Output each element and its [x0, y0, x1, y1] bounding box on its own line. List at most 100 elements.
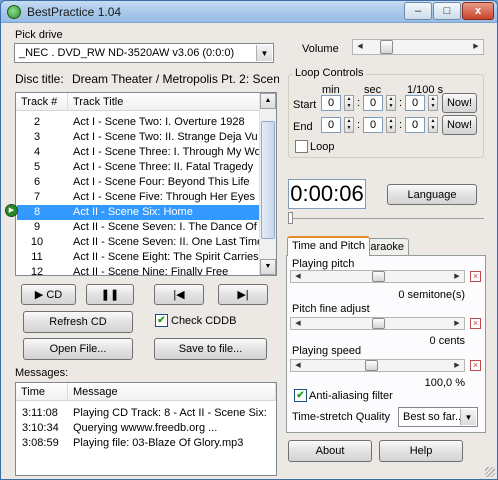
reset-speed-icon[interactable]: × [470, 360, 481, 371]
minimize-button[interactable]: – [404, 2, 432, 20]
message-row[interactable]: 3:08:59 Playing file: 03-Blaze Of Glory.m… [17, 436, 272, 451]
save-to-file-button[interactable]: Save to file... [154, 338, 267, 360]
loop-end-sec-input[interactable]: 0 [363, 117, 383, 133]
volume-slider[interactable]: ◀ ▶ [352, 39, 484, 55]
pitch-fine-slider[interactable]: ◀ ▶ [290, 317, 465, 330]
track-row[interactable]: 2 Act I - Scene Two: I. Overture 1928 [17, 115, 260, 130]
track-list-header: Track # Track Title [16, 93, 260, 111]
loop-end-hs-input[interactable]: 0 [405, 117, 425, 133]
message-row[interactable]: 3:11:08 Playing CD Track: 8 - Act II - Sc… [17, 406, 272, 421]
playing-pitch-slider[interactable]: ◀ ▶ [290, 270, 465, 283]
messages-label: Messages: [15, 367, 69, 379]
track-row[interactable]: 12 Act II - Scene Nine: Finally Free [17, 265, 260, 276]
track-list[interactable]: Track # Track Title 2 Act I - Scene Two: … [15, 92, 277, 276]
loop-checkbox-label: Loop [310, 141, 335, 153]
title-bar[interactable]: BestPractice 1.04 – □ x [1, 1, 497, 23]
play-cd-button[interactable]: ▶ CD [21, 284, 76, 305]
check-cddb-checkbox[interactable]: ✔ [155, 314, 168, 327]
track-row[interactable]: 6 Act I - Scene Four: Beyond This Life [17, 175, 260, 190]
track-title: Act I - Scene Two: II. Strange Deja Vu [73, 131, 258, 143]
track-row[interactable]: 4 Act I - Scene Three: I. Through My Word… [17, 145, 260, 160]
now-playing-indicator-icon: ▶ [5, 204, 18, 217]
open-file-button[interactable]: Open File... [23, 338, 133, 360]
track-list-scrollbar[interactable]: ▲ ▼ [259, 93, 276, 275]
track-row[interactable]: 11 Act II - Scene Eight: The Spirit Carri… [17, 250, 260, 265]
message-time: 3:11:08 [22, 407, 58, 419]
position-slider-thumb[interactable] [288, 212, 293, 224]
track-title: Act I - Scene Two: I. Overture 1928 [73, 116, 245, 128]
track-number: 5 [33, 161, 41, 173]
time-stretch-select[interactable]: Best so far... ▼ [398, 407, 478, 427]
pitch-fine-thumb[interactable] [372, 318, 385, 329]
column-header-track-title[interactable]: Track Title [68, 93, 260, 111]
time-stretch-value: Best so far... [403, 411, 465, 423]
loop-start-now-button[interactable]: Now! [442, 93, 477, 113]
track-number: 8 [33, 206, 41, 218]
maximize-button[interactable]: □ [433, 2, 461, 20]
reset-fine-icon[interactable]: × [470, 318, 481, 329]
loop-start-min-input[interactable]: 0 [321, 95, 341, 111]
playing-speed-slider[interactable]: ◀ ▶ [290, 359, 465, 372]
tab-time-and-pitch[interactable]: Time and Pitch [287, 236, 370, 256]
position-track[interactable] [288, 218, 484, 219]
app-logo-icon [7, 5, 21, 19]
loop-end-hs-spinner[interactable]: ▲ ▼ [428, 117, 438, 133]
track-title: Act II - Scene Seven: II. One Last Time [73, 236, 259, 248]
volume-slider-thumb[interactable] [380, 40, 393, 54]
loop-end-now-button[interactable]: Now! [442, 115, 477, 135]
message-row[interactable]: 3:10:34 Querying wwww.freedb.org ... [17, 421, 272, 436]
message-text: Playing CD Track: 8 - Act II - Scene Six… [73, 407, 269, 419]
loop-checkbox[interactable] [295, 140, 308, 153]
playing-pitch-label: Playing pitch [292, 258, 355, 270]
loop-start-sec-spinner[interactable]: ▲ ▼ [386, 95, 396, 111]
window-title: BestPractice 1.04 [27, 5, 122, 19]
slider-right-arrow-icon: ▶ [473, 43, 479, 50]
language-button[interactable]: Language [387, 184, 477, 205]
loop-start-min-spinner[interactable]: ▲ ▼ [344, 95, 354, 111]
slider-right-arrow-icon: ▶ [454, 273, 460, 280]
loop-end-min-spinner[interactable]: ▲ ▼ [344, 117, 354, 133]
loop-end-min-input[interactable]: 0 [321, 117, 341, 133]
loop-end-sec-spinner[interactable]: ▲ ▼ [386, 117, 396, 133]
help-button[interactable]: Help [379, 440, 463, 462]
next-track-button[interactable]: ▶| [218, 284, 268, 305]
track-row[interactable]: 8 Act II - Scene Six: Home [17, 205, 260, 220]
loop-colon: : [357, 97, 361, 109]
drive-select-value: _NEC . DVD_RW ND-3520AW v3.06 (0:0:0) [19, 47, 235, 59]
scroll-up-arrow-icon[interactable]: ▲ [260, 93, 276, 109]
playing-pitch-thumb[interactable] [372, 271, 385, 282]
close-button[interactable]: x [462, 2, 494, 20]
disc-title-label: Disc title: [15, 72, 64, 86]
time-stretch-label: Time-stretch Quality [292, 411, 391, 423]
slider-right-arrow-icon: ▶ [454, 362, 460, 369]
loop-colon: : [399, 119, 403, 131]
loop-controls-title: Loop Controls [293, 67, 366, 79]
column-header-time[interactable]: Time [16, 383, 68, 401]
drive-select[interactable]: _NEC . DVD_RW ND-3520AW v3.06 (0:0:0) ▼ [14, 43, 274, 63]
pause-button[interactable]: ❚❚ [86, 284, 134, 305]
track-row[interactable]: 7 Act I - Scene Five: Through Her Eyes [17, 190, 260, 205]
track-row[interactable]: 10 Act II - Scene Seven: II. One Last Tim… [17, 235, 260, 250]
reset-pitch-icon[interactable]: × [470, 271, 481, 282]
loop-start-sec-input[interactable]: 0 [363, 95, 383, 111]
track-row[interactable]: 5 Act I - Scene Three: II. Fatal Tragedy [17, 160, 260, 175]
loop-start-hs-spinner[interactable]: ▲ ▼ [428, 95, 438, 111]
message-text: Playing file: 03-Blaze Of Glory.mp3 [73, 437, 244, 449]
resize-grip-icon[interactable] [485, 467, 495, 477]
playing-speed-thumb[interactable] [365, 360, 378, 371]
loop-start-hs-input[interactable]: 0 [405, 95, 425, 111]
scrollbar-thumb[interactable] [261, 121, 275, 239]
anti-aliasing-checkbox[interactable]: ✔ [294, 389, 307, 402]
column-header-message[interactable]: Message [68, 383, 276, 401]
track-row[interactable]: 9 Act II - Scene Seven: I. The Dance Of E… [17, 220, 260, 235]
scroll-down-arrow-icon[interactable]: ▼ [260, 259, 276, 275]
messages-list[interactable]: Time Message 3:11:08 Playing CD Track: 8 … [15, 382, 277, 476]
slider-left-arrow-icon: ◀ [295, 320, 301, 327]
about-button[interactable]: About [288, 440, 372, 462]
refresh-cd-button[interactable]: Refresh CD [23, 311, 133, 333]
track-row[interactable]: 3 Act I - Scene Two: II. Strange Deja Vu [17, 130, 260, 145]
track-number: 10 [30, 236, 44, 248]
column-header-track-number[interactable]: Track # [16, 93, 68, 111]
previous-track-button[interactable]: |◀ [154, 284, 204, 305]
track-number: 12 [30, 266, 44, 276]
